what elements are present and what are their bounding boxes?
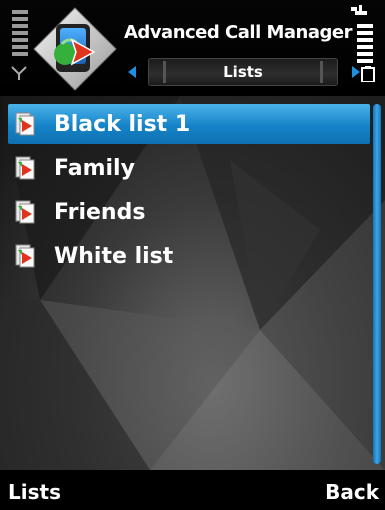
lists-listbox: Black list 1 Family Friends White list xyxy=(8,104,370,280)
tab-navigator[interactable]: Lists xyxy=(126,58,374,88)
list-item-family[interactable]: Family xyxy=(8,148,370,188)
softkey-bar: Lists Back xyxy=(0,476,385,510)
list-item-label: Family xyxy=(54,155,135,181)
signal-antenna-icon xyxy=(11,66,27,80)
list-item-label: Black list 1 xyxy=(54,111,191,137)
list-document-icon xyxy=(15,112,35,136)
tab-left-arrow-icon[interactable] xyxy=(128,66,136,78)
tab-label: Lists xyxy=(223,63,263,81)
list-item-friends[interactable]: Friends xyxy=(8,192,370,232)
list-item-label: White list xyxy=(54,243,174,269)
right-softkey-back[interactable]: Back xyxy=(325,480,379,504)
left-softkey-lists[interactable]: Lists xyxy=(8,480,61,504)
list-document-icon xyxy=(15,244,35,268)
usb-connection-icon xyxy=(351,5,367,15)
list-item-label: Friends xyxy=(54,199,146,225)
list-scrollbar[interactable] xyxy=(373,104,381,464)
app-title: Advanced Call Manager xyxy=(124,22,353,43)
scrollbar-thumb[interactable] xyxy=(373,104,381,464)
list-item-white-list[interactable]: White list xyxy=(8,236,370,276)
list-item-black-list-1[interactable]: Black list 1 xyxy=(8,104,370,144)
signal-strength-bars xyxy=(12,10,28,59)
tab-right-arrow-icon[interactable] xyxy=(352,66,360,78)
phone-screen: Advanced Call Manager Lists Black list 1 xyxy=(0,0,385,510)
tab-lists[interactable]: Lists xyxy=(148,58,338,86)
call-manager-app-icon xyxy=(33,7,117,91)
status-pane: Advanced Call Manager Lists xyxy=(0,0,385,96)
list-document-icon xyxy=(15,156,35,180)
list-document-icon xyxy=(15,200,35,224)
